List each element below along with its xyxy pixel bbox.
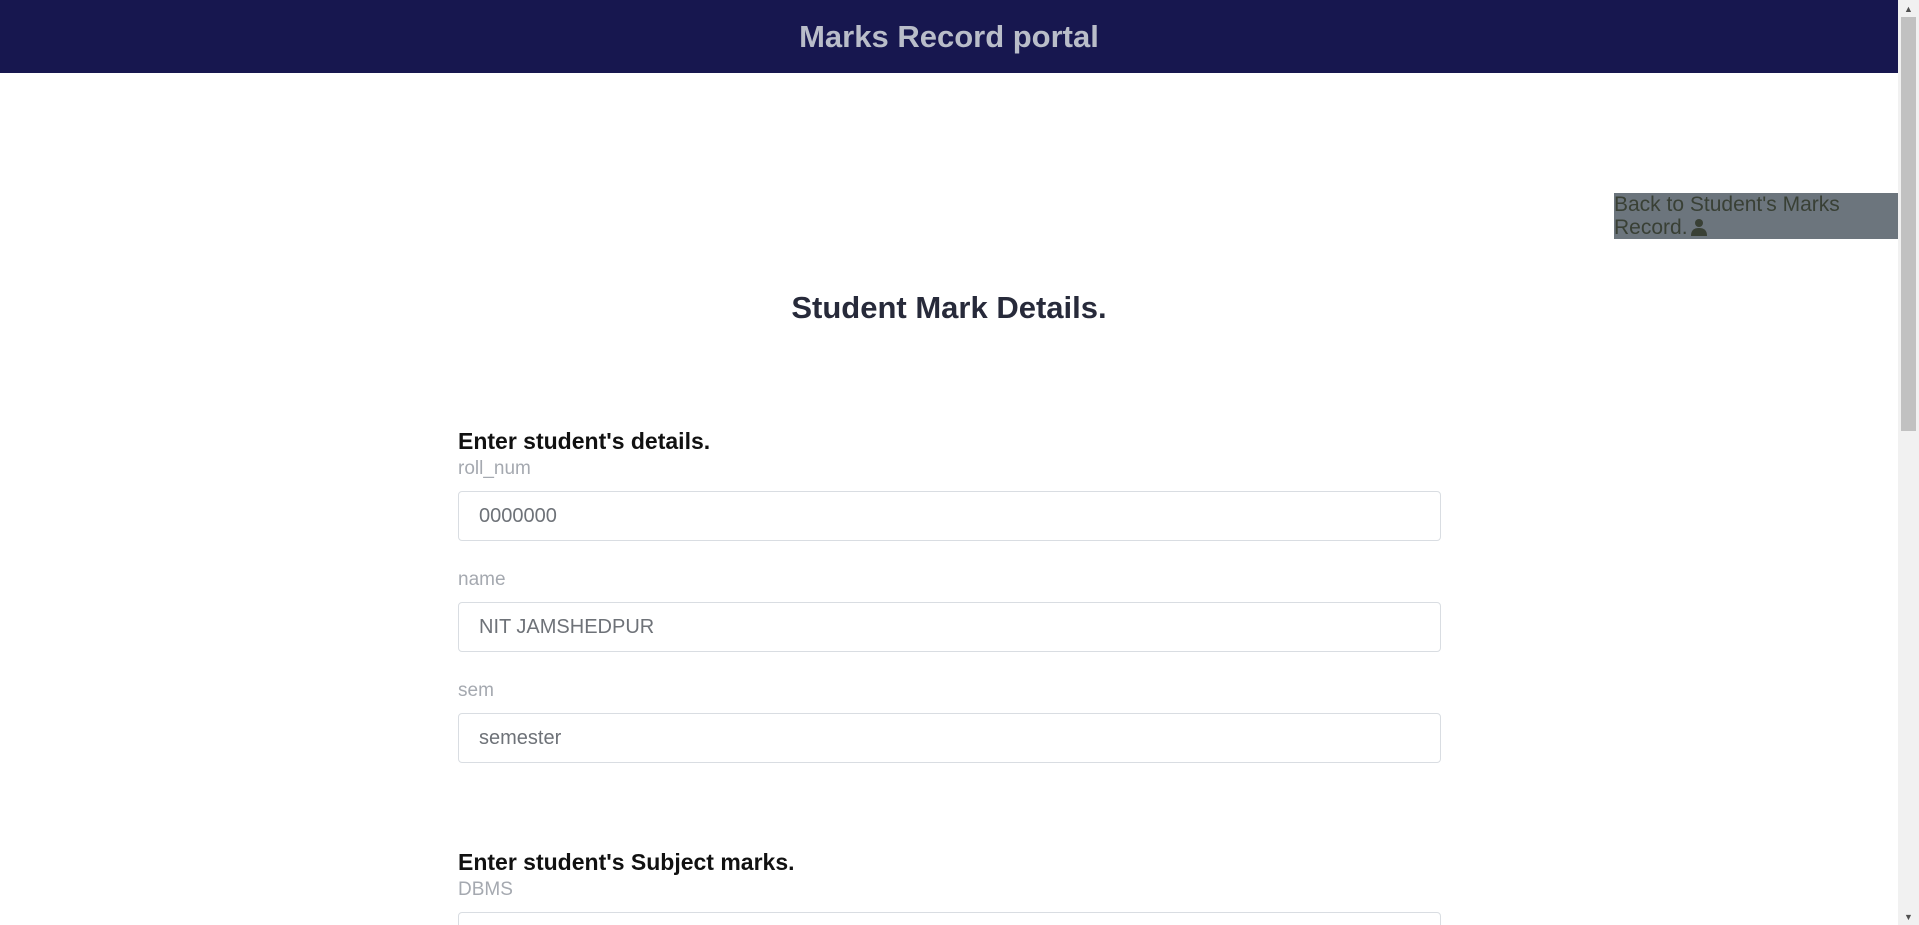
roll-num-group: roll_num [458,458,1441,541]
scroll-thumb[interactable] [1901,17,1916,431]
name-input[interactable] [458,602,1441,652]
back-to-marks-record-link[interactable]: Back to Student's Marks Record. [1614,193,1898,239]
dbms-label: DBMS [458,879,513,900]
student-details-heading: Enter student's details. [458,428,711,454]
top-header: Marks Record portal [0,0,1898,73]
student-marks-form: Enter student's details. roll_num name s… [458,425,1441,925]
page-title: Student Mark Details. [791,290,1107,325]
vertical-scrollbar[interactable]: ▲ ▼ [1898,0,1919,925]
dbms-group: DBMS [458,879,1441,925]
roll-num-label: roll_num [458,458,531,479]
sem-input[interactable] [458,713,1441,763]
portal-title: Marks Record portal [799,18,1099,54]
page: Marks Record portal Back to Student's Ma… [0,0,1919,925]
roll-num-input[interactable] [458,491,1441,541]
name-group: name [458,569,1441,652]
user-icon [1690,218,1708,239]
back-link-label: Back to Student's Marks Record. [1614,193,1840,239]
subject-marks-heading: Enter student's Subject marks. [458,849,795,875]
dbms-input[interactable] [458,912,1441,925]
name-label: name [458,569,506,590]
sem-label: sem [458,680,494,701]
sem-group: sem [458,680,1441,763]
scroll-down-arrow-icon[interactable]: ▼ [1898,908,1919,925]
scroll-up-arrow-icon[interactable]: ▲ [1898,0,1919,17]
